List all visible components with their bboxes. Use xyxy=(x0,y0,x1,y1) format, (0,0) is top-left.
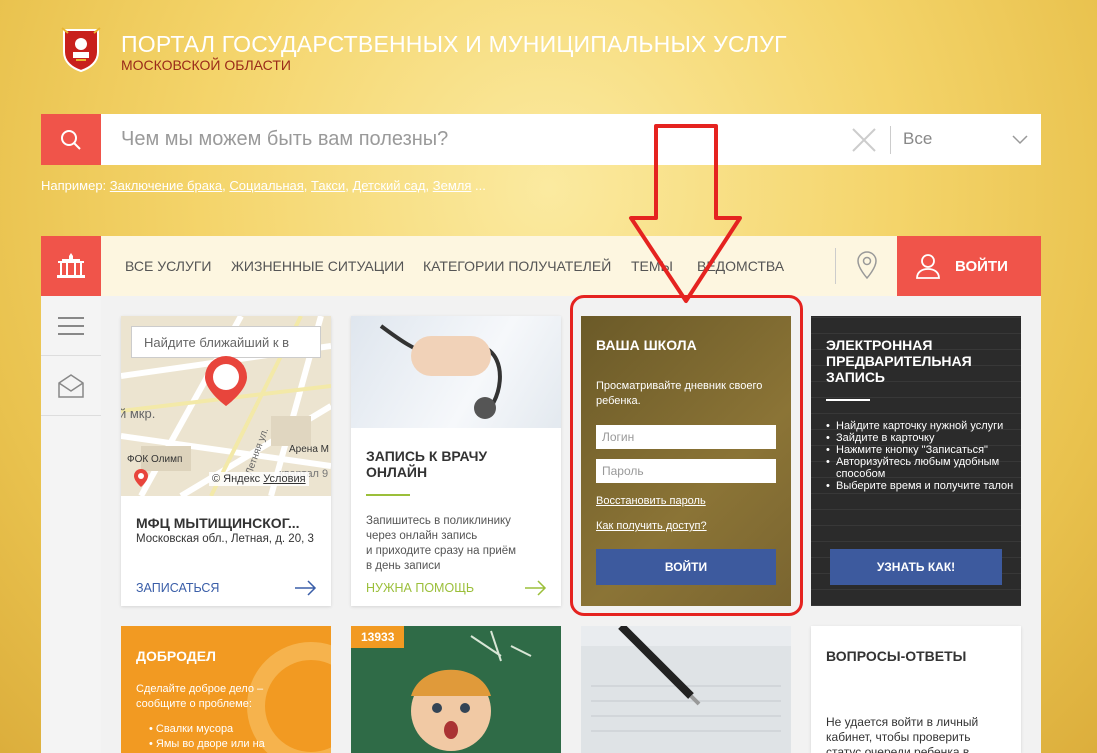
faq-text: Не удается войти в личный кабинет, чтобы… xyxy=(826,715,979,753)
yandex-pin-icon xyxy=(134,469,148,487)
envelope-icon xyxy=(58,373,84,398)
divider xyxy=(366,494,410,496)
list-item: • Ямы во дворе или на xyxy=(149,738,265,750)
doctor-image xyxy=(351,316,561,428)
example-link[interactable]: Земля xyxy=(433,178,472,193)
portal-title: ПОРТАЛ ГОСУДАРСТВЕННЫХ И МУНИЦИПАЛЬНЫХ У… xyxy=(121,31,787,57)
divider xyxy=(835,248,836,284)
list-item: Нажмите кнопку "Записаться" xyxy=(826,444,1016,456)
map-marker-icon[interactable] xyxy=(203,354,249,408)
menu-button[interactable] xyxy=(41,296,101,356)
text-line: Запишитесь в поликлинику xyxy=(366,515,511,527)
mfc-address: Московская обл., Летная, д. 20, 3 xyxy=(136,533,314,545)
password-input[interactable] xyxy=(596,459,776,483)
list-item-text: Свалки мусора xyxy=(155,723,234,735)
doctor-card[interactable]: ЗАПИСЬ К ВРАЧУ ОНЛАЙН Запишитесь в полик… xyxy=(351,316,561,606)
example-link[interactable]: Заключение брака xyxy=(110,178,222,193)
search-scope-select[interactable]: Все xyxy=(903,129,932,149)
government-building-icon xyxy=(57,253,85,278)
restore-password-link[interactable]: Восстановить пароль xyxy=(596,495,706,507)
nav-recipient-categories[interactable]: КАТЕГОРИИ ПОЛУЧАТЕЛЕЙ xyxy=(423,258,611,274)
yandex-copyright: © Яндекс xyxy=(212,473,261,485)
login-label: ВОЙТИ xyxy=(955,257,1008,275)
kids-card[interactable]: 13933 xyxy=(351,626,561,753)
nav-all-services[interactable]: ВСЕ УСЛУГИ xyxy=(125,258,211,274)
divider xyxy=(890,126,891,154)
stethoscope-icon xyxy=(379,324,502,419)
list-item: Выберите время и получите талон xyxy=(826,480,1016,492)
help-link[interactable]: НУЖНА ПОМОЩЬ xyxy=(366,581,474,595)
mfc-signup-link[interactable]: ЗАПИСАТЬСЯ xyxy=(136,581,219,595)
main-nav: ВСЕ УСЛУГИ ЖИЗНЕННЫЕ СИТУАЦИИ КАТЕГОРИИ … xyxy=(41,236,1041,296)
list-item: Авторизуйтесь любым удобным способом xyxy=(826,456,1016,480)
user-icon xyxy=(916,254,940,279)
chevron-down-icon[interactable] xyxy=(1011,132,1029,146)
school-title: ВАША ШКОЛА xyxy=(596,337,697,353)
faq-card[interactable]: ВОПРОСЫ-ОТВЕТЫ Не удается войти в личный… xyxy=(811,626,1021,753)
map-terms-link[interactable]: Условия xyxy=(263,473,305,485)
example-link[interactable]: Социальная xyxy=(229,178,303,193)
map[interactable]: й мкр. ФОК Олимп Арена М Летняя ул. квар… xyxy=(121,316,331,496)
coat-of-arms-logo[interactable] xyxy=(60,26,102,72)
clear-icon[interactable] xyxy=(851,127,877,153)
doctor-title[interactable]: ЗАПИСЬ К ВРАЧУ ОНЛАЙН xyxy=(366,448,546,480)
list-item: Зайдите в карточку xyxy=(826,432,1016,444)
login-input[interactable] xyxy=(596,425,776,449)
location-pin-icon[interactable] xyxy=(855,250,879,280)
messages-button[interactable] xyxy=(41,356,101,416)
map-label: Арена М xyxy=(289,444,329,455)
hamburger-icon xyxy=(58,316,84,335)
get-access-link[interactable]: Как получить доступ? xyxy=(596,520,707,532)
portal-subtitle: МОСКОВСКОЙ ОБЛАСТИ xyxy=(121,57,291,73)
list-item: • Свалки мусора xyxy=(149,723,234,735)
examples-ellipsis: ... xyxy=(471,178,486,193)
arrow-right-icon[interactable] xyxy=(525,580,547,596)
count-badge: 13933 xyxy=(351,626,405,648)
school-card: ВАША ШКОЛА Просматривайте дневник своего… xyxy=(581,316,791,606)
examples-label: Например: xyxy=(41,178,107,193)
queue-title: ЭЛЕКТРОННАЯ ПРЕДВАРИТЕЛЬНАЯ ЗАПИСЬ xyxy=(826,337,972,385)
nav-topics[interactable]: ТЕМЫ xyxy=(631,258,673,274)
nav-departments[interactable]: ВЕДОМСТВА xyxy=(697,258,784,274)
search-input[interactable] xyxy=(101,114,861,165)
exam-card[interactable] xyxy=(581,626,791,753)
search-bar: Все xyxy=(41,114,1041,165)
school-login-button[interactable]: ВОЙТИ xyxy=(596,549,776,585)
search-icon xyxy=(61,129,81,150)
map-attribution: © Яндекс Условия xyxy=(209,472,309,486)
text-line: и приходите сразу на приём xyxy=(366,545,517,557)
text-line: в день записи xyxy=(366,560,441,572)
queue-steps: Найдите карточку нужной услуги Зайдите в… xyxy=(826,420,1016,492)
dobrodel-text: Сделайте доброе дело – сообщите о пробле… xyxy=(136,683,264,710)
school-text: Просматривайте дневник своего ребенка. xyxy=(596,380,763,407)
exam-image xyxy=(581,626,791,753)
arrow-right-icon[interactable] xyxy=(295,580,317,596)
faq-title: ВОПРОСЫ-ОТВЕТЫ xyxy=(826,648,967,664)
example-link[interactable]: Такси xyxy=(311,178,345,193)
dobrodel-card[interactable]: ДОБРОДЕЛ Сделайте доброе дело – сообщите… xyxy=(121,626,331,753)
doctor-text: Запишитесь в поликлинику через онлайн за… xyxy=(366,514,516,574)
map-label: й мкр. xyxy=(121,406,156,421)
sidebar xyxy=(41,296,101,753)
map-label: ФОК Олимп xyxy=(127,454,183,465)
nav-life-situations[interactable]: ЖИЗНЕННЫЕ СИТУАЦИИ xyxy=(231,258,404,274)
login-button[interactable]: ВОЙТИ xyxy=(897,236,1041,296)
dobrodel-title: ДОБРОДЕЛ xyxy=(136,648,216,664)
text-line: через онлайн запись xyxy=(366,530,478,542)
queue-card: ЭЛЕКТРОННАЯ ПРЕДВАРИТЕЛЬНАЯ ЗАПИСЬ Найди… xyxy=(811,316,1021,606)
list-item: Найдите карточку нужной услуги xyxy=(826,420,1016,432)
divider xyxy=(826,399,870,401)
list-item-text: Ямы во дворе или на xyxy=(155,738,265,750)
search-button[interactable] xyxy=(41,114,101,165)
mfc-title[interactable]: МФЦ МЫТИЩИНСКОГ... xyxy=(136,515,300,531)
example-link[interactable]: Детский сад xyxy=(352,178,425,193)
search-examples: Например: Заключение брака, Социальная, … xyxy=(41,178,486,193)
learn-how-button[interactable]: УЗНАТЬ КАК! xyxy=(830,549,1002,585)
home-button[interactable] xyxy=(41,236,101,296)
mfc-card[interactable]: й мкр. ФОК Олимп Арена М Летняя ул. квар… xyxy=(121,316,331,606)
